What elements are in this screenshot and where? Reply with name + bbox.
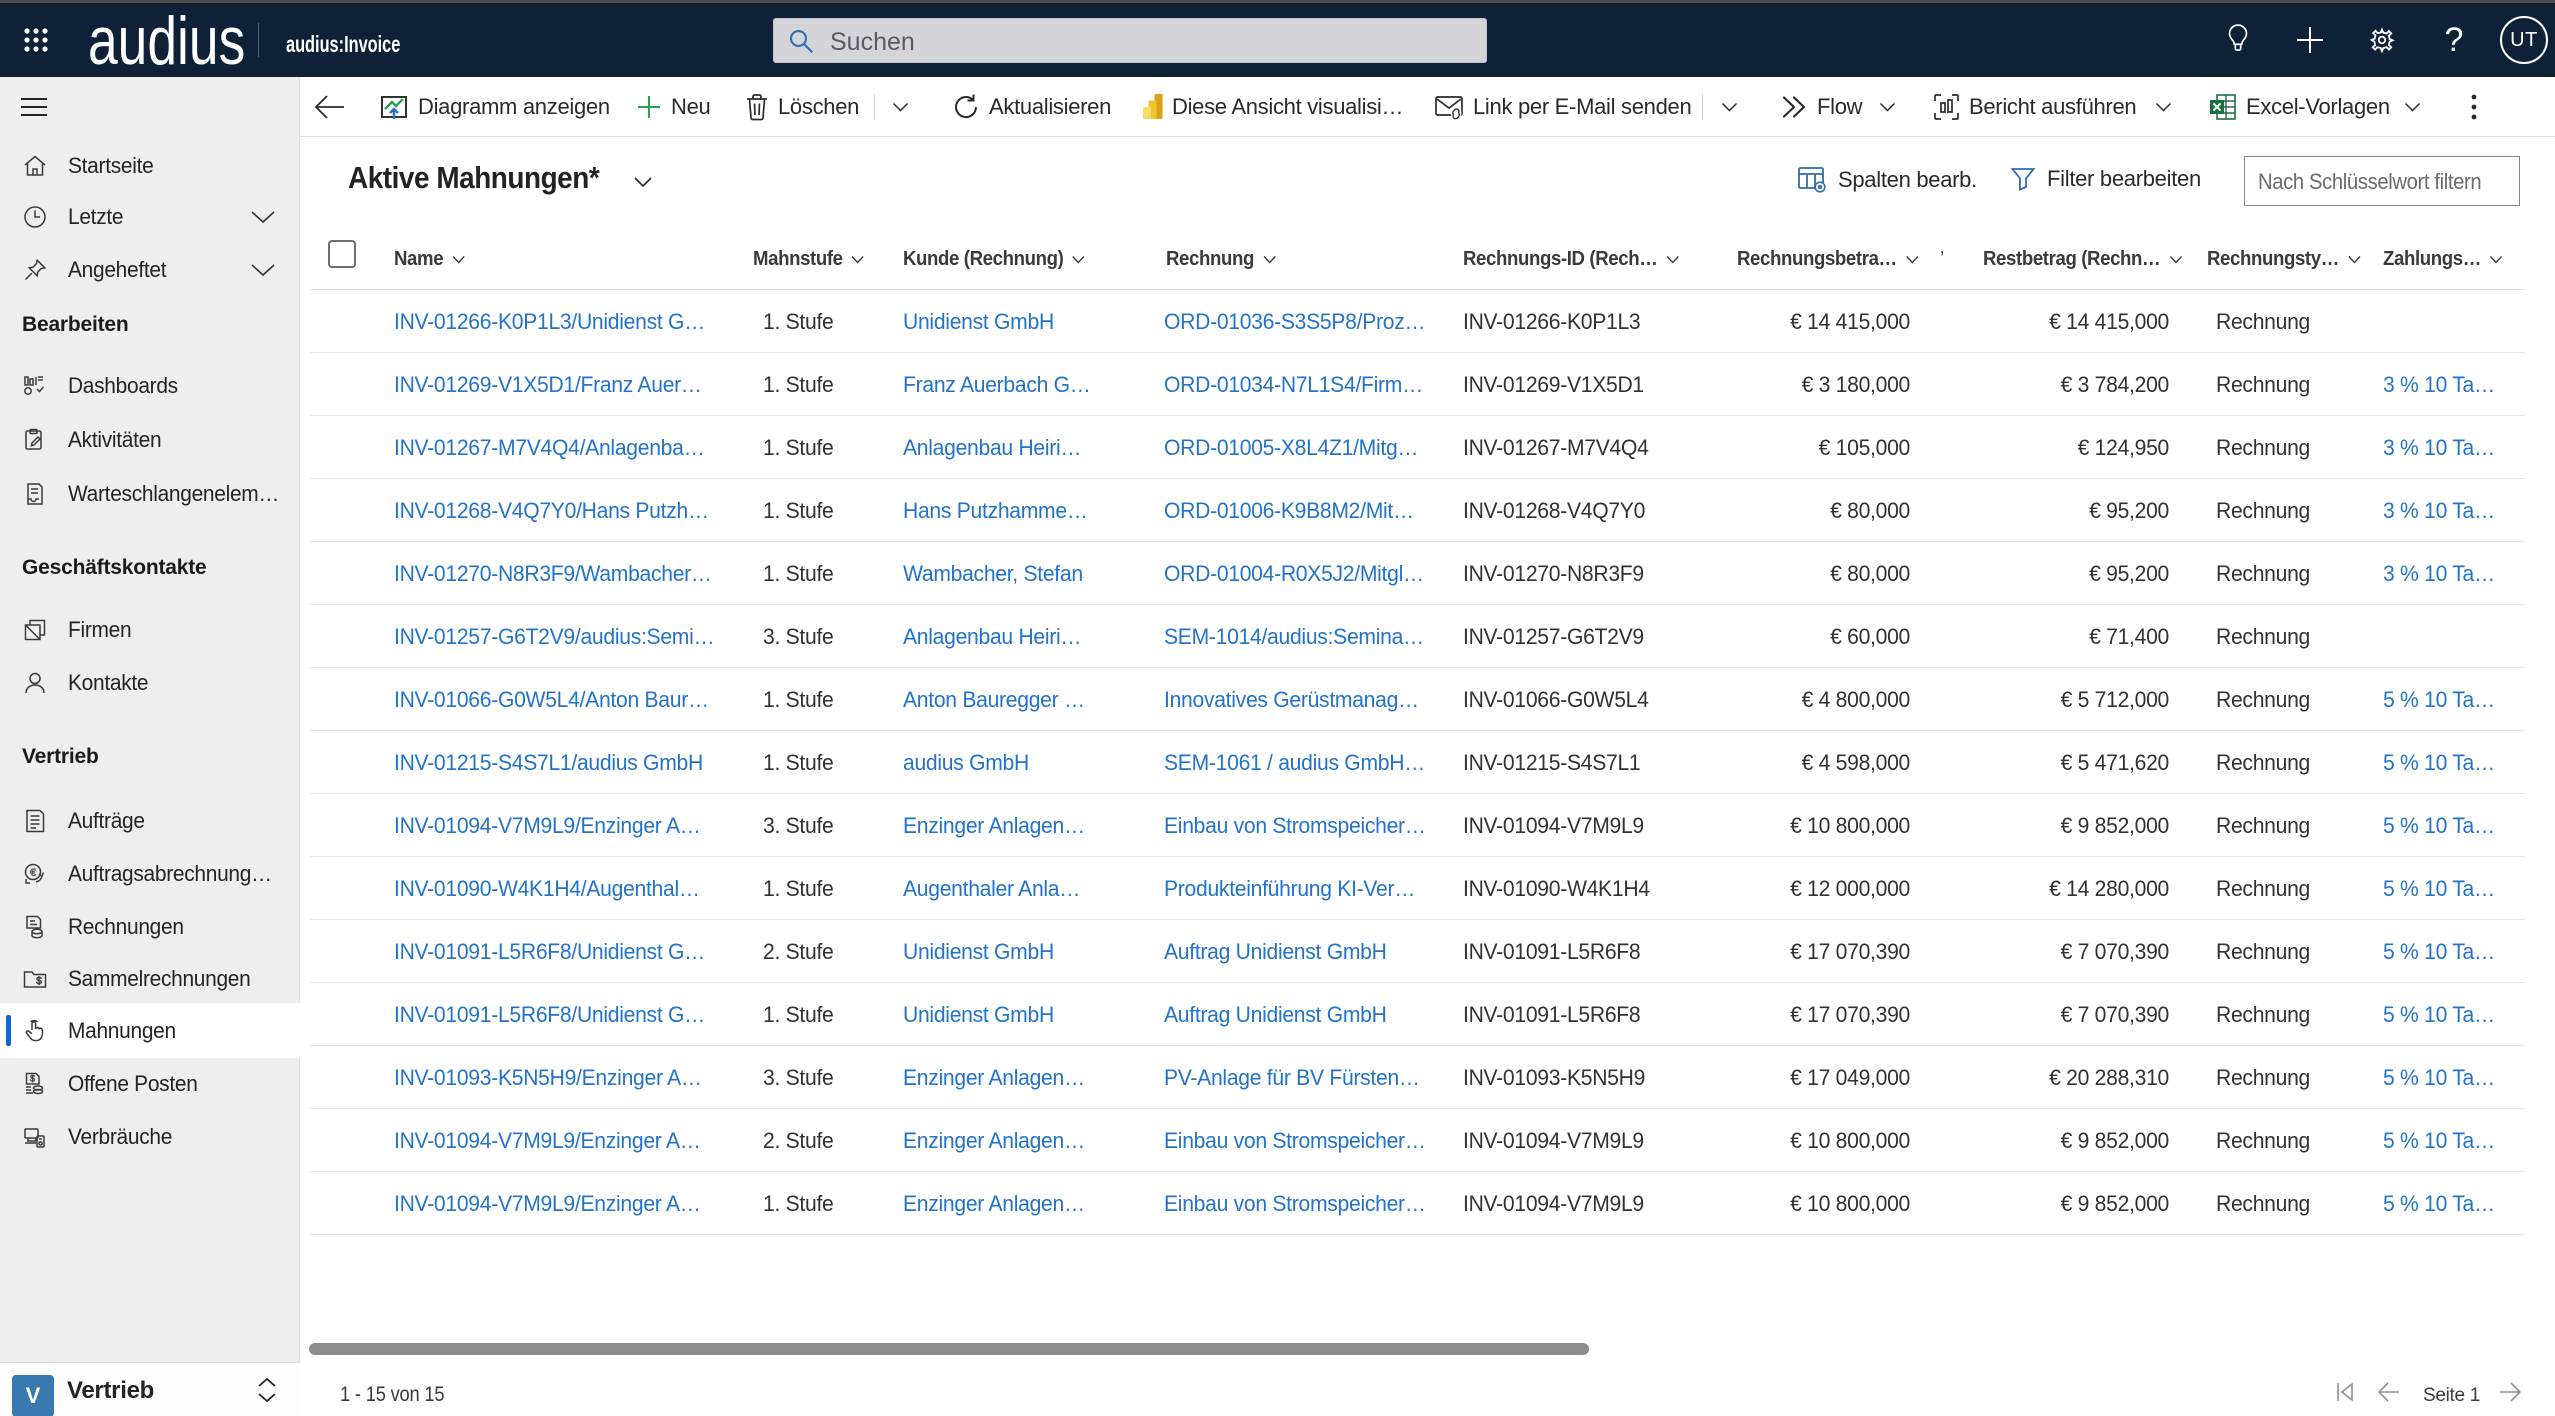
svg-text:$: $ (30, 1073, 35, 1083)
svg-text:$: $ (36, 976, 42, 987)
svg-text:€: € (30, 867, 36, 879)
